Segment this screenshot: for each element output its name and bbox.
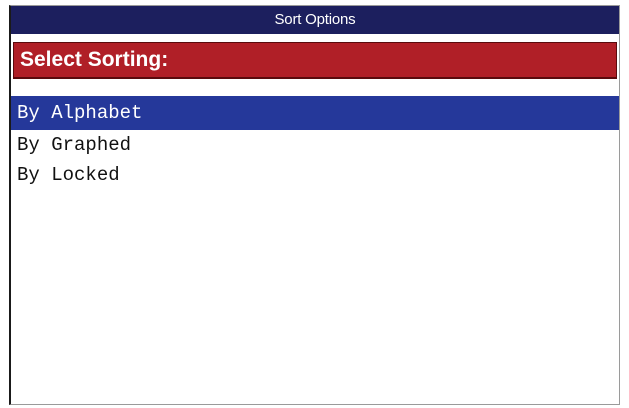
sort-options-window: Sort Options Select Sorting: By Alphabet… — [9, 5, 620, 405]
sort-option-by-alphabet[interactable]: By Alphabet — [11, 96, 619, 130]
sort-option-by-graphed[interactable]: By Graphed — [11, 130, 619, 160]
sort-option-list: By Alphabet By Graphed By Locked — [11, 96, 619, 190]
window-title: Sort Options — [11, 6, 619, 34]
sort-option-by-locked[interactable]: By Locked — [11, 160, 619, 190]
header-spacer — [11, 34, 619, 42]
section-header: Select Sorting: — [13, 42, 617, 79]
